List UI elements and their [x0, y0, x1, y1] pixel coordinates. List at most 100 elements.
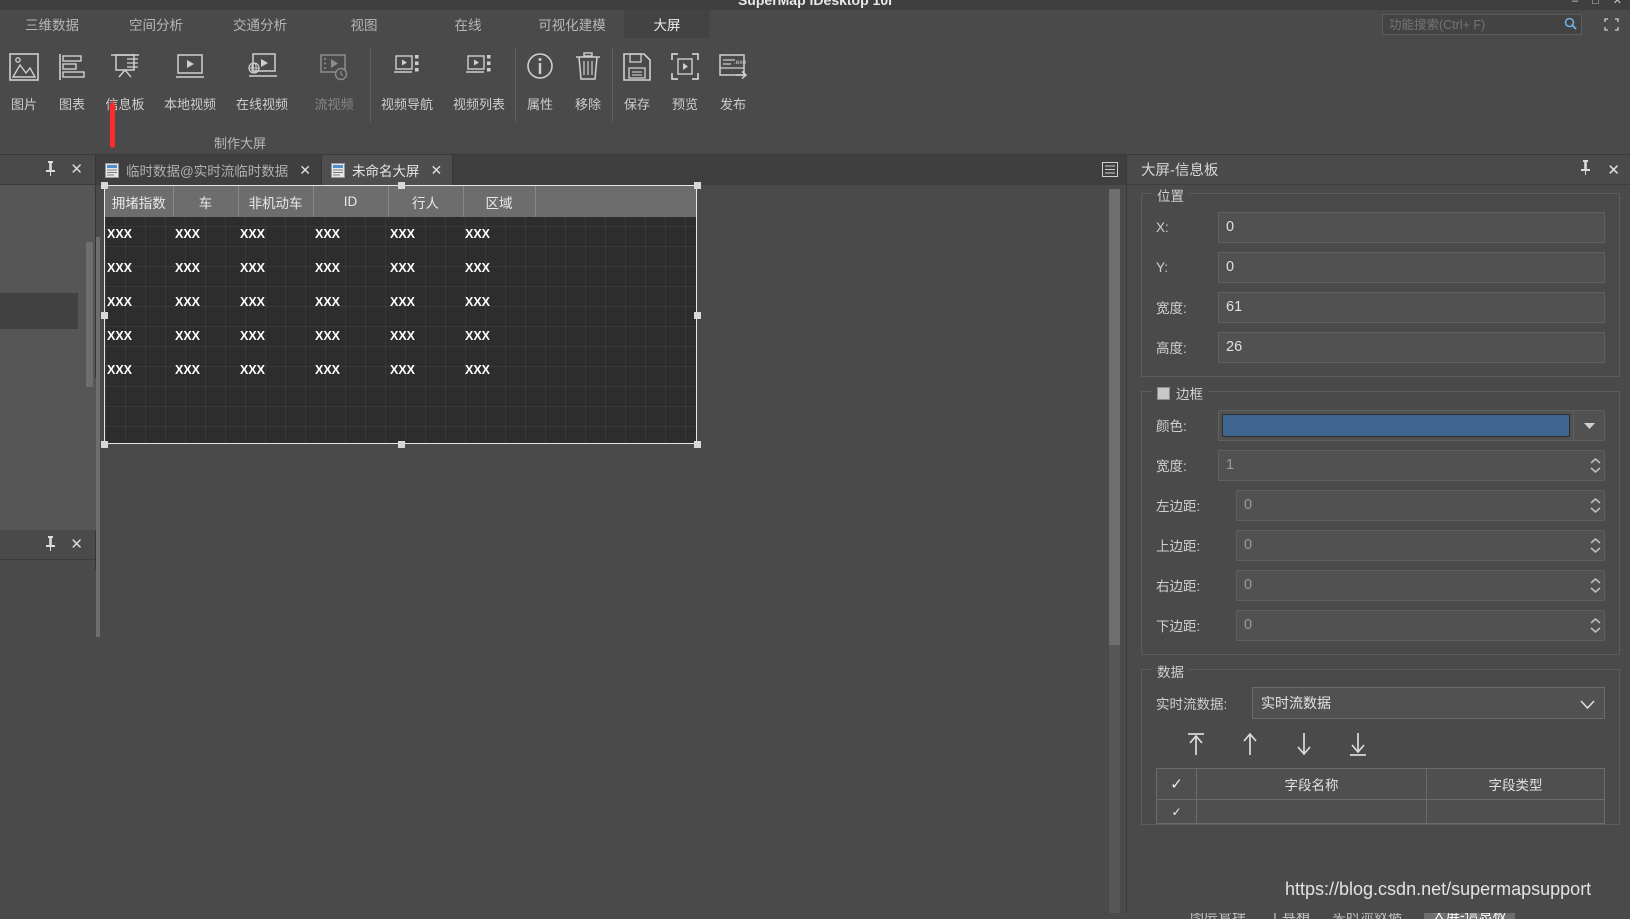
close-button[interactable]: ✕ [1613, 0, 1622, 7]
field-list-table[interactable]: ✓ 字段名称 字段类型 ✓ [1156, 768, 1605, 824]
border-color-dropdown-button[interactable] [1573, 409, 1605, 441]
field-table-row[interactable]: ✓ [1157, 799, 1604, 823]
field-type-column-header[interactable]: 字段类型 [1427, 769, 1604, 799]
move-up-icon[interactable] [1236, 730, 1264, 758]
ribbon-button-preview[interactable]: 预览 [661, 42, 709, 128]
tab-3d-data[interactable]: 三维数据 [0, 10, 104, 38]
table-row[interactable]: XXX XXX XXX XXX XXX XXX [105, 285, 696, 319]
margin-left-stepper[interactable] [1586, 489, 1605, 521]
ribbon-label: 移除 [574, 97, 601, 112]
resize-handle-e[interactable] [694, 312, 701, 319]
table-row[interactable]: XXX XXX XXX XXX XXX XXX [105, 353, 696, 387]
search-icon[interactable] [1559, 17, 1581, 33]
ribbon-button-online-video[interactable]: 在线视频 [226, 42, 298, 128]
border-color-preview[interactable] [1218, 409, 1574, 441]
margin-bottom-input[interactable]: 0 [1236, 609, 1587, 641]
border-width-input[interactable]: 1 [1218, 449, 1587, 481]
tab-bigscreen[interactable]: 大屏 [624, 10, 710, 38]
margin-bottom-stepper[interactable] [1586, 609, 1605, 641]
status-item-bigscreen-infoboard[interactable]: 大屏-信息板 [1424, 913, 1515, 919]
tab-label: 空间分析 [129, 18, 183, 33]
ribbon-button-chart[interactable]: 图表 [48, 42, 96, 128]
ribbon-button-infoboard[interactable]: 信息板 [96, 42, 154, 128]
ribbon-button-local-video[interactable]: 本地视频 [154, 42, 226, 128]
width-input[interactable]: 61 [1218, 291, 1605, 323]
table-row[interactable]: XXX XXX XXX XXX XXX XXX [105, 217, 696, 251]
col-pedestrian[interactable]: 行人 [388, 186, 464, 217]
tab-close-icon[interactable]: ✕ [430, 162, 442, 179]
resize-handle-sw[interactable] [101, 441, 108, 448]
margin-right-stepper[interactable] [1586, 569, 1605, 601]
resize-handle-ne[interactable] [694, 182, 701, 189]
stream-data-select[interactable]: 实时流数据 [1252, 687, 1605, 719]
canvas-vertical-scrollbar[interactable] [1109, 189, 1120, 913]
field-row-checkbox[interactable]: ✓ [1157, 800, 1197, 823]
col-id[interactable]: ID [313, 186, 389, 217]
resize-handle-se[interactable] [694, 441, 701, 448]
margin-left-input[interactable]: 0 [1236, 489, 1587, 521]
bigscreen-canvas[interactable]: 拥堵指数 车 非机动车 ID 行人 区域 XXX XXX XXX XXX XXX… [96, 182, 1126, 919]
cell [535, 285, 696, 319]
function-search[interactable] [1382, 14, 1582, 35]
tab-spatial-analysis[interactable]: 空间分析 [104, 10, 208, 38]
tab-visual-modeling[interactable]: 可视化建模 [520, 10, 624, 38]
minimize-button[interactable]: – [1572, 0, 1578, 7]
resize-handle-w[interactable] [101, 312, 108, 319]
window-controls[interactable]: – □ ✕ [1572, 0, 1622, 7]
ribbon-button-publish[interactable]: .exe 发布 [709, 42, 757, 128]
ribbon-button-remove[interactable]: 移除 [564, 42, 612, 128]
col-area[interactable]: 区域 [463, 186, 536, 217]
height-input[interactable]: 26 [1218, 331, 1605, 363]
margin-right-input[interactable]: 0 [1236, 569, 1587, 601]
table-row[interactable]: XXX XXX XXX XXX XXX XXX [105, 319, 696, 353]
close-icon[interactable]: ✕ [1607, 161, 1620, 179]
ribbon-expand-icon[interactable] [1604, 18, 1620, 32]
pin-icon[interactable] [45, 160, 56, 179]
col-vehicle[interactable]: 车 [173, 186, 239, 217]
col-congestion-index[interactable]: 拥堵指数 [105, 186, 174, 217]
ribbon-button-video-list[interactable]: 视频列表 [443, 42, 515, 128]
ribbon-button-properties[interactable]: 属性 [516, 42, 564, 128]
scrollbar-thumb[interactable] [1109, 189, 1120, 645]
border-color-combo[interactable] [1218, 409, 1605, 441]
y-input[interactable]: 0 [1218, 251, 1605, 283]
border-width-stepper[interactable] [1586, 449, 1605, 481]
document-tab-temp-data[interactable]: 临时数据@实时流临时数据 ✕ [96, 155, 322, 185]
border-enable-checkbox[interactable] [1157, 386, 1170, 400]
left-panel-scrollbar[interactable] [86, 242, 93, 387]
move-bottom-icon[interactable] [1344, 730, 1372, 758]
margin-top-stepper[interactable] [1586, 529, 1605, 561]
info-board-table[interactable]: 拥堵指数 车 非机动车 ID 行人 区域 XXX XXX XXX XXX XXX… [105, 186, 696, 387]
move-top-icon[interactable] [1182, 730, 1210, 758]
document-tab-untitled-bigscreen[interactable]: 未命名大屏 ✕ [321, 155, 454, 185]
ribbon-button-video-nav[interactable]: 视频导航 [371, 42, 443, 128]
field-name-column-header[interactable]: 字段名称 [1197, 769, 1427, 799]
status-item-stream-data[interactable]: 实时流数据 [1332, 913, 1402, 919]
pin-icon[interactable] [45, 535, 56, 554]
ribbon-button-picture[interactable]: 图片 [0, 42, 48, 128]
status-item-layer-manager[interactable]: 图层管理 [1190, 913, 1246, 919]
ribbon-button-save[interactable]: 保存 [613, 42, 661, 128]
tab-list-button[interactable] [1100, 160, 1120, 179]
resize-handle-n[interactable] [398, 182, 405, 189]
chevron-down-icon[interactable] [1580, 696, 1595, 712]
field-select-all-checkbox[interactable]: ✓ [1157, 769, 1197, 799]
x-input[interactable]: 0 [1218, 211, 1605, 243]
tab-online[interactable]: 在线 [416, 10, 520, 38]
close-icon[interactable]: ✕ [70, 162, 83, 177]
search-input[interactable] [1383, 17, 1559, 32]
tab-close-icon[interactable]: ✕ [299, 162, 311, 179]
margin-top-input[interactable]: 0 [1236, 529, 1587, 561]
status-item-toolbox[interactable]: 工具箱 [1268, 913, 1310, 919]
maximize-button[interactable]: □ [1592, 0, 1599, 7]
close-icon[interactable]: ✕ [70, 537, 83, 552]
resize-handle-s[interactable] [398, 441, 405, 448]
table-row[interactable]: XXX XXX XXX XXX XXX XXX [105, 251, 696, 285]
col-non-motor-vehicle[interactable]: 非机动车 [238, 186, 314, 217]
pin-icon[interactable] [1580, 160, 1591, 179]
move-down-icon[interactable] [1290, 730, 1318, 758]
bigscreen-design-area[interactable]: 拥堵指数 车 非机动车 ID 行人 区域 XXX XXX XXX XXX XXX… [101, 182, 701, 448]
resize-handle-nw[interactable] [101, 182, 108, 189]
tab-view[interactable]: 视图 [312, 10, 416, 38]
tab-traffic-analysis[interactable]: 交通分析 [208, 10, 312, 38]
